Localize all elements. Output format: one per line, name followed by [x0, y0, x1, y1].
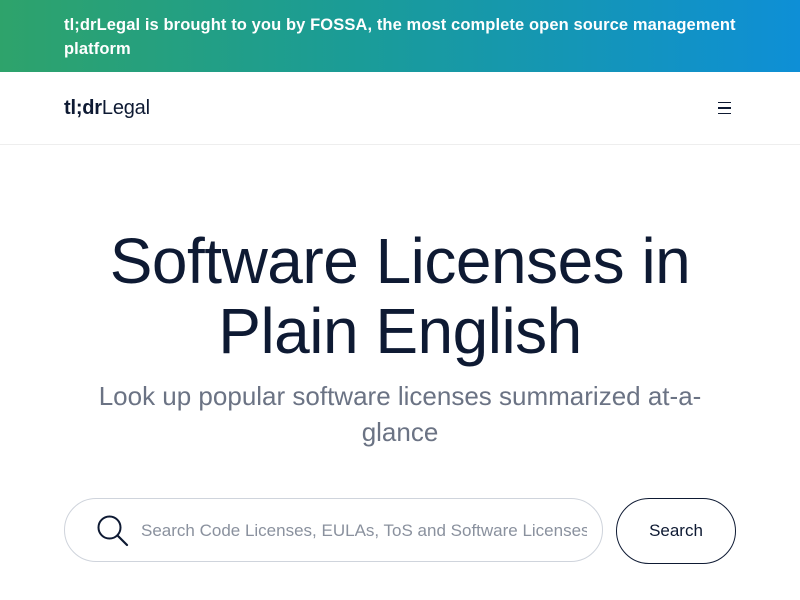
menu-line — [717, 101, 731, 104]
search-icon — [97, 515, 129, 547]
hero-subtitle-line-2: glance — [361, 417, 439, 447]
promo-banner-text[interactable]: tl;drLegal is brought to you by FOSSA, t… — [64, 13, 736, 61]
hero-title: Software Licenses in Plain English — [40, 226, 760, 366]
hero-subtitle-line-1: Look up popular software licenses summar… — [98, 381, 702, 411]
hamburger-menu-icon[interactable] — [714, 99, 734, 117]
site-logo[interactable]: tl;drLegal — [64, 96, 150, 120]
search-bar[interactable] — [64, 498, 603, 562]
logo-bold-part: tl;dr — [64, 97, 102, 119]
top-navbar: tl;drLegal — [0, 72, 800, 145]
logo-regular-part: Legal — [101, 97, 150, 119]
promo-banner[interactable]: tl;drLegal is brought to you by FOSSA, t… — [0, 0, 800, 72]
search-input[interactable] — [141, 513, 587, 549]
search-button[interactable]: Search — [616, 498, 736, 564]
hero-subtitle: Look up popular software licenses summar… — [80, 378, 720, 450]
hero-title-line-1: Software Licenses in — [109, 225, 691, 297]
menu-line — [717, 112, 731, 115]
hero-title-line-2: Plain English — [218, 295, 582, 367]
menu-line — [717, 107, 731, 109]
